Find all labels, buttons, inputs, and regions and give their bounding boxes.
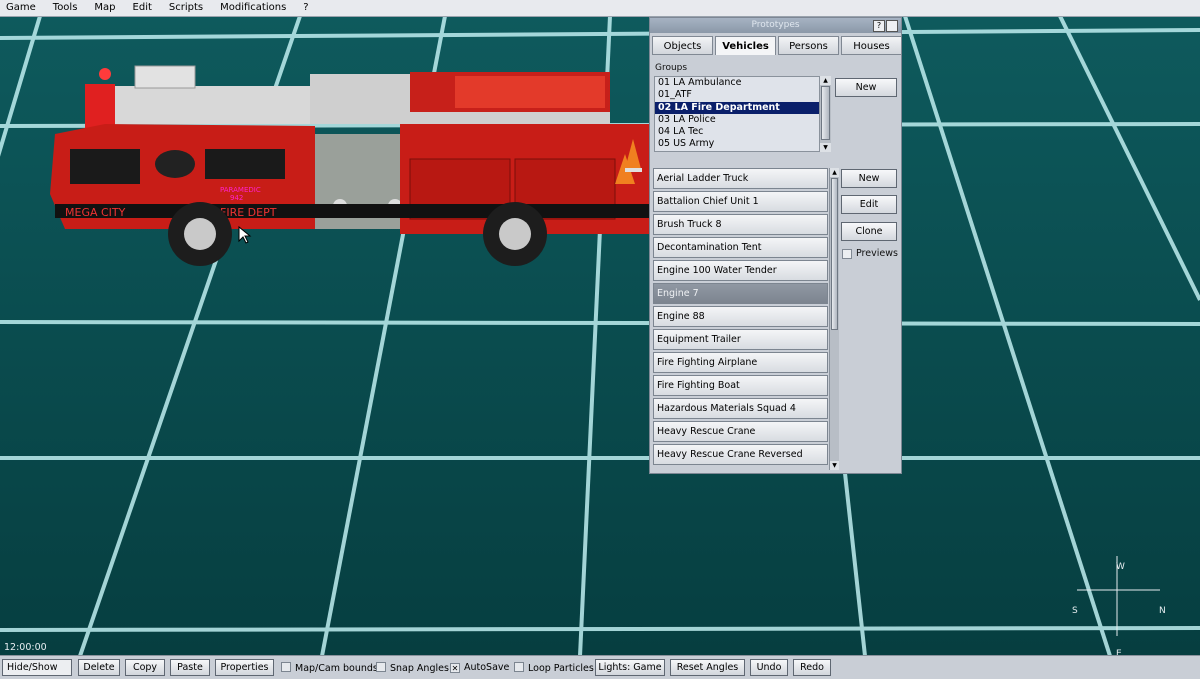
compass-south-label: S [1072, 606, 1078, 616]
truck-unit-label: PARAMEDIC [220, 186, 261, 194]
vehicle-item[interactable]: Battalion Chief Unit 1 [653, 191, 828, 212]
vehicle-item[interactable]: Fire Fighting Airplane [653, 352, 828, 373]
delete-button[interactable]: Delete [78, 659, 120, 676]
truck-dept-label: FIRE DEPT [220, 206, 277, 219]
reset-angles-button[interactable]: Reset Angles [670, 659, 745, 676]
bottom-toolbar: Hide/Show Delete Copy Paste Properties M… [0, 655, 1200, 679]
scroll-up-icon[interactable]: ▲ [830, 168, 839, 177]
vehicle-item[interactable]: Hazardous Materials Squad 4 [653, 398, 828, 419]
vehicle-list-scrollbar[interactable]: ▲ ▼ [829, 168, 839, 470]
map-cam-bounds-label: Map/Cam bounds [295, 663, 378, 674]
groups-listbox[interactable]: 01 LA Ambulance 01_ATF 02 LA Fire Depart… [654, 76, 820, 152]
prototypes-title: Prototypes [751, 20, 800, 30]
groups-scrollbar[interactable]: ▲ ▼ [819, 76, 831, 152]
menu-help[interactable]: ? [297, 0, 319, 16]
tab-persons[interactable]: Persons [778, 36, 839, 55]
vehicle-item[interactable]: Fire Fighting Boat [653, 375, 828, 396]
undo-button[interactable]: Undo [750, 659, 788, 676]
vehicle-list[interactable]: Aerial Ladder Truck Battalion Chief Unit… [653, 168, 829, 470]
prototypes-window: Prototypes ? Objects Vehicles Persons Ho… [649, 17, 902, 474]
mouse-cursor-icon [238, 226, 252, 244]
menu-map[interactable]: Map [88, 0, 126, 16]
prototypes-tabs: Objects Vehicles Persons Houses [652, 36, 902, 55]
snap-angles-checkbox[interactable] [376, 662, 386, 672]
groups-label: Groups [655, 63, 688, 73]
tab-objects[interactable]: Objects [652, 36, 713, 55]
tab-vehicles[interactable]: Vehicles [715, 36, 776, 55]
loop-particles-toggle[interactable]: Loop Particles [514, 662, 594, 675]
lights-button[interactable]: Lights: Game [595, 659, 665, 676]
vehicle-scroll-thumb[interactable] [831, 178, 838, 330]
menu-modifications[interactable]: Modifications [214, 0, 297, 16]
map-cam-bounds-checkbox[interactable] [281, 662, 291, 672]
previews-label: Previews [856, 248, 898, 259]
group-item[interactable]: 03 LA Police [655, 114, 819, 126]
vehicle-item[interactable]: Engine 88 [653, 306, 828, 327]
vehicle-item-selected[interactable]: Engine 7 [653, 283, 828, 304]
vehicle-item[interactable]: Brush Truck 8 [653, 214, 828, 235]
game-clock: 12:00:00 [4, 642, 47, 653]
autosave-checkbox[interactable]: ✕ [450, 663, 460, 673]
vehicle-clone-button[interactable]: Clone [841, 222, 897, 241]
autosave-toggle[interactable]: ✕ AutoSave [450, 662, 509, 674]
group-item[interactable]: 05 US Army [655, 138, 819, 150]
autosave-label: AutoSave [464, 662, 510, 673]
vehicle-item[interactable]: Equipment Trailer [653, 329, 828, 350]
group-item[interactable]: 01_ATF [655, 89, 819, 101]
map-cam-bounds-toggle[interactable]: Map/Cam bounds [281, 662, 378, 675]
menu-game[interactable]: Game [0, 0, 47, 16]
menu-edit[interactable]: Edit [127, 0, 163, 16]
truck-unit-number: 942 [230, 194, 243, 202]
scroll-down-icon[interactable]: ▼ [830, 461, 839, 470]
hide-show-button[interactable]: Hide/Show [2, 659, 72, 676]
properties-button[interactable]: Properties [215, 659, 274, 676]
loop-particles-label: Loop Particles [528, 663, 594, 674]
vehicle-item[interactable]: Decontamination Tent [653, 237, 828, 258]
loop-particles-checkbox[interactable] [514, 662, 524, 672]
vehicle-item[interactable]: Engine 100 Water Tender [653, 260, 828, 281]
paste-button[interactable]: Paste [170, 659, 210, 676]
group-item[interactable]: 04 LA Tec [655, 126, 819, 138]
help-button[interactable]: ? [873, 20, 885, 32]
group-item-selected[interactable]: 02 LA Fire Department [655, 101, 819, 114]
vehicle-new-button[interactable]: New [841, 169, 897, 188]
group-item[interactable]: 01 LA Ambulance [655, 77, 819, 89]
copy-button[interactable]: Copy [125, 659, 165, 676]
prototypes-titlebar[interactable]: Prototypes ? [650, 18, 901, 33]
scroll-up-icon[interactable]: ▲ [820, 76, 831, 85]
editor-viewport[interactable]: MEGA CITY FIRE DEPT PARAMEDIC 942 W S N … [0, 16, 1200, 659]
groups-scroll-thumb[interactable] [821, 86, 830, 140]
close-button[interactable] [886, 20, 898, 32]
snap-angles-toggle[interactable]: Snap Angles [376, 662, 449, 675]
redo-button[interactable]: Redo [793, 659, 831, 676]
menu-scripts[interactable]: Scripts [163, 0, 214, 16]
compass-west-label: W [1116, 562, 1125, 572]
vehicle-item[interactable]: Heavy Rescue Crane [653, 421, 828, 442]
group-new-button[interactable]: New [835, 78, 897, 97]
vehicle-item[interactable]: Heavy Rescue Crane Reversed [653, 444, 828, 465]
fire-truck-model[interactable]: MEGA CITY FIRE DEPT PARAMEDIC 942 [35, 44, 655, 284]
menubar: Game Tools Map Edit Scripts Modification… [0, 0, 1200, 17]
menu-tools[interactable]: Tools [47, 0, 89, 16]
compass-north-label: N [1159, 606, 1166, 616]
vehicle-edit-button[interactable]: Edit [841, 195, 897, 214]
snap-angles-label: Snap Angles [390, 663, 449, 674]
compass-icon [1077, 556, 1160, 636]
scroll-down-icon[interactable]: ▼ [820, 143, 831, 152]
truck-city-label: MEGA CITY [65, 206, 126, 219]
previews-checkbox[interactable] [842, 249, 852, 259]
vehicle-item[interactable]: Aerial Ladder Truck [653, 168, 828, 189]
tab-houses[interactable]: Houses [841, 36, 902, 55]
